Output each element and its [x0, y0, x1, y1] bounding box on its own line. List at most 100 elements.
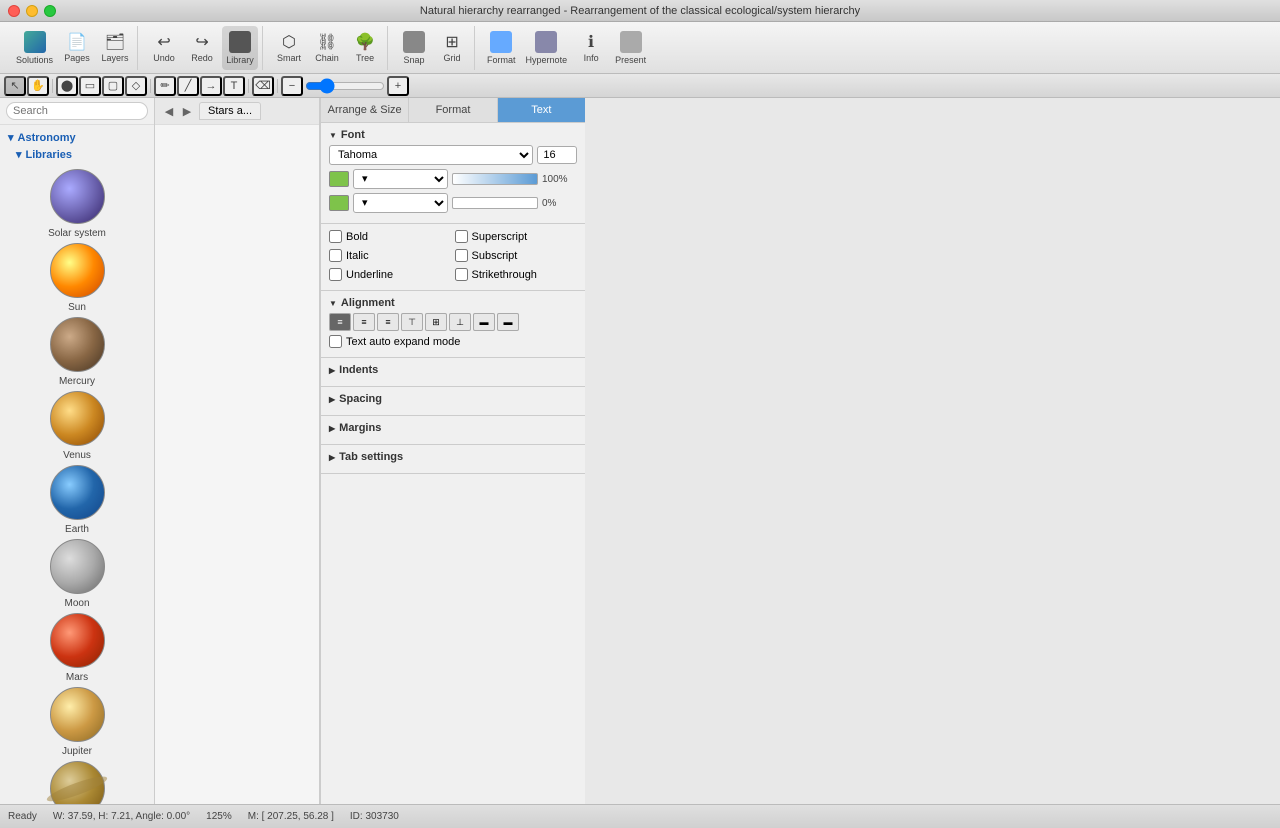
- superscript-checkbox-row: Superscript: [455, 230, 578, 243]
- moon-label: Moon: [4, 596, 150, 613]
- maximize-button[interactable]: [44, 5, 56, 17]
- hypernote-button[interactable]: Hypernote: [522, 26, 572, 70]
- venus-thumb[interactable]: [50, 391, 105, 446]
- subscript-checkbox[interactable]: [455, 249, 468, 262]
- spacing-header[interactable]: ▶ Spacing: [329, 393, 577, 405]
- redo-button[interactable]: ↪ Redo: [184, 26, 220, 70]
- grid-button[interactable]: ⊞ Grid: [434, 26, 470, 70]
- pen-tool[interactable]: ✏: [154, 76, 176, 96]
- italic-checkbox[interactable]: [329, 249, 342, 262]
- smart-icon: ⬡: [282, 32, 296, 52]
- sun-label: Sun: [4, 300, 150, 317]
- rect-tool[interactable]: ▭: [79, 76, 101, 96]
- rounded-rect-tool[interactable]: ▢: [102, 76, 124, 96]
- align-left-button[interactable]: ≡: [329, 313, 351, 331]
- font-color-swatch-2[interactable]: [329, 195, 349, 211]
- align-middle-button[interactable]: ⊞: [425, 313, 447, 331]
- eraser-tool[interactable]: ⌫: [252, 76, 274, 96]
- tree-button[interactable]: 🌳 Tree: [347, 26, 383, 70]
- indents-section: ▶ Indents: [321, 358, 585, 387]
- present-button[interactable]: Present: [611, 26, 650, 70]
- info-button[interactable]: ℹ Info: [573, 26, 609, 70]
- saturn-thumb[interactable]: [50, 761, 105, 804]
- sidebar-item-libraries[interactable]: ▾ Libraries: [0, 146, 154, 163]
- moon-thumb[interactable]: [50, 539, 105, 594]
- tab-settings-triangle: ▶: [329, 453, 335, 462]
- alignment-section-header[interactable]: ▼ Alignment: [329, 297, 577, 309]
- font-color-swatch-1[interactable]: [329, 171, 349, 187]
- align-top-button[interactable]: ⊤: [401, 313, 423, 331]
- style-section: Bold Superscript Italic Subscript Underl…: [321, 224, 585, 291]
- align-distribute-button[interactable]: ▬: [497, 313, 519, 331]
- line-tool[interactable]: ╱: [177, 76, 199, 96]
- font-size-input[interactable]: [537, 146, 577, 164]
- hand-tool[interactable]: ✋: [27, 76, 49, 96]
- chain-button[interactable]: ⛓ Chain: [309, 26, 345, 70]
- margins-triangle: ▶: [329, 424, 335, 433]
- page-tab[interactable]: Stars a...: [199, 102, 261, 120]
- font-section-header[interactable]: ▼ Font: [329, 129, 577, 141]
- diamond-tool[interactable]: ◇: [125, 76, 147, 96]
- select-tool[interactable]: ↖: [4, 76, 26, 96]
- snap-button[interactable]: Snap: [396, 26, 432, 70]
- indents-triangle: ▶: [329, 366, 335, 375]
- sun-thumb[interactable]: [50, 243, 105, 298]
- jupiter-thumb[interactable]: [50, 687, 105, 742]
- mars-thumb[interactable]: [50, 613, 105, 668]
- bold-checkbox[interactable]: [329, 230, 342, 243]
- layers-icon: 🗂: [105, 32, 125, 52]
- align-justify-button[interactable]: ▬: [473, 313, 495, 331]
- nav-forward-button[interactable]: ▶: [179, 103, 195, 119]
- pages-button[interactable]: 📄 Pages: [59, 26, 95, 70]
- smart-button[interactable]: ⬡ Smart: [271, 26, 307, 70]
- toolbar-group-present: Format Hypernote ℹ Info Present: [479, 26, 654, 70]
- alignment-buttons: ≡ ≡ ≡ ⊤ ⊞ ⊥ ▬ ▬: [329, 313, 577, 331]
- sidebar-item-astronomy[interactable]: ▾ Astronomy: [0, 129, 154, 146]
- zoom-out-button[interactable]: −: [281, 76, 303, 96]
- nav-back-button[interactable]: ◀: [161, 103, 177, 119]
- arrow-tool[interactable]: →: [200, 76, 222, 96]
- zoom-slider[interactable]: [305, 78, 385, 94]
- tab-arrange-size[interactable]: Arrange & Size: [321, 98, 409, 122]
- color-mode-select-2[interactable]: ▾: [353, 193, 448, 213]
- text-auto-expand-checkbox[interactable]: [329, 335, 342, 348]
- minimize-button[interactable]: [26, 5, 38, 17]
- tab-format[interactable]: Format: [409, 98, 497, 122]
- tab-settings-header[interactable]: ▶ Tab settings: [329, 451, 577, 463]
- zoom-in-button[interactable]: +: [387, 76, 409, 96]
- underline-checkbox[interactable]: [329, 268, 342, 281]
- mercury-thumb[interactable]: [50, 317, 105, 372]
- color-slider-1[interactable]: [452, 173, 539, 185]
- format-button[interactable]: Format: [483, 26, 520, 70]
- status-id: ID: 303730: [350, 811, 399, 822]
- solutions-button[interactable]: Solutions: [12, 26, 57, 70]
- superscript-checkbox[interactable]: [455, 230, 468, 243]
- text-auto-expand-row: Text auto expand mode: [329, 335, 577, 348]
- indents-header[interactable]: ▶ Indents: [329, 364, 577, 376]
- font-select[interactable]: Tahoma: [329, 145, 533, 165]
- grid-icon: ⊞: [445, 32, 458, 52]
- solar-system-thumb[interactable]: [50, 169, 105, 224]
- undo-button[interactable]: ↩ Undo: [146, 26, 182, 70]
- text-tool[interactable]: T: [223, 76, 245, 96]
- margins-header[interactable]: ▶ Margins: [329, 422, 577, 434]
- align-center-button[interactable]: ≡: [353, 313, 375, 331]
- oval-tool[interactable]: ⬤: [56, 76, 78, 96]
- tab-text[interactable]: Text: [498, 98, 585, 122]
- earth-thumb[interactable]: [50, 465, 105, 520]
- color-mode-select-1[interactable]: ▾: [353, 169, 448, 189]
- font-color-row-1: ▾ 100%: [329, 169, 577, 189]
- layers-button[interactable]: 🗂 Layers: [97, 26, 133, 70]
- close-button[interactable]: [8, 5, 20, 17]
- window-title: Natural hierarchy rearranged - Rearrange…: [420, 5, 860, 17]
- zoom-control: − +: [281, 76, 409, 96]
- align-right-button[interactable]: ≡: [377, 313, 399, 331]
- strikethrough-checkbox[interactable]: [455, 268, 468, 281]
- library-button[interactable]: Library: [222, 26, 258, 70]
- color-slider-2[interactable]: [452, 197, 539, 209]
- tool-separator-1: [52, 79, 53, 93]
- align-bottom-button[interactable]: ⊥: [449, 313, 471, 331]
- search-input[interactable]: [6, 102, 148, 120]
- align-collapse-triangle: ▼: [329, 299, 337, 308]
- subscript-checkbox-row: Subscript: [455, 249, 578, 262]
